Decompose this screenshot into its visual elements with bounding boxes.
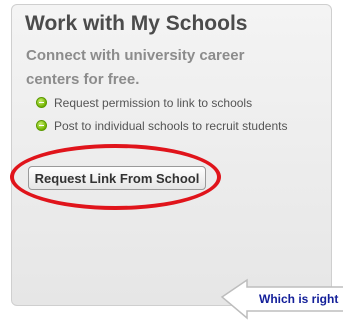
bullet-text: Post to individual schools to recruit st… — [54, 119, 288, 133]
bullet-item-post-to-schools: Post to individual schools to recruit st… — [36, 118, 291, 134]
green-bullet-icon — [36, 120, 47, 131]
green-bullet-icon — [36, 97, 47, 108]
callout-bubble: Which is right — [220, 277, 343, 320]
bullet-text: Request permission to link to schools — [54, 96, 253, 110]
callout-text: Which is right — [259, 292, 339, 306]
bullet-item-request-permission: Request permission to link to schools — [36, 95, 326, 111]
panel-subtitle: Connect with university career centers f… — [26, 47, 245, 88]
request-link-from-school-button[interactable]: Request Link From School — [28, 166, 206, 190]
screenshot-stage: Work with My Schools Connect with univer… — [0, 0, 343, 323]
panel-title: Work with My Schools — [25, 12, 248, 35]
